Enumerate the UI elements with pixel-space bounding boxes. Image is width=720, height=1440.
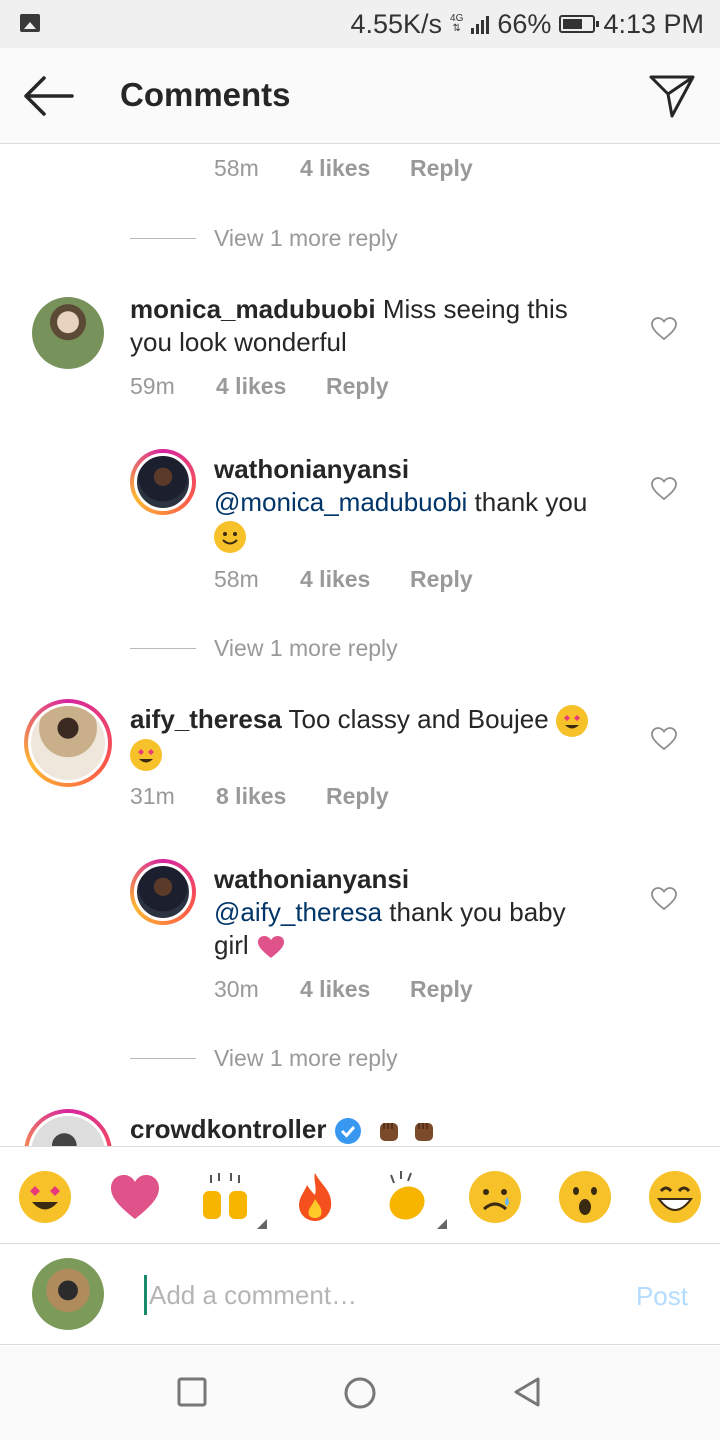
comment-meta: 31m 8 likes Reply (130, 783, 389, 810)
direct-send-icon[interactable] (648, 72, 696, 120)
reply-button[interactable]: Reply (410, 155, 473, 182)
heart-eyes-emoji-button[interactable] (17, 1169, 73, 1225)
reply-body: wathonianyansi @aify_theresa thank you b… (214, 863, 624, 962)
comment-compose-bar: Post (0, 1245, 720, 1345)
comment-body: monica_madubuobi Miss seeing this you lo… (130, 293, 610, 359)
view-more-label: View 1 more reply (214, 225, 398, 251)
avatar[interactable] (130, 859, 196, 925)
comment-likes[interactable]: 4 likes (300, 976, 410, 1003)
system-nav-bar (0, 1346, 720, 1440)
post-button[interactable]: Post (636, 1281, 688, 1312)
heart-eyes-icon (130, 739, 162, 772)
comment-text: Miss seeing this (382, 294, 568, 324)
red-heart-emoji-button[interactable] (107, 1169, 163, 1225)
page-title: Comments (120, 76, 291, 113)
comment-likes[interactable]: 8 likes (216, 783, 326, 810)
skin-tone-indicator (257, 1219, 267, 1229)
signal-icon (471, 14, 490, 34)
comment-likes[interactable]: 4 likes (300, 155, 410, 182)
mention-link[interactable]: @monica_madubuobi (214, 487, 467, 517)
battery-percent: 66% (497, 8, 552, 39)
comments-header: Comments (0, 48, 720, 144)
avatar[interactable] (32, 297, 104, 369)
comment-text: Too classy and Boujee (281, 704, 556, 734)
like-heart-icon[interactable] (651, 887, 677, 911)
divider-line (130, 238, 196, 239)
comment-text: thank you baby (382, 897, 566, 927)
comment-text-line2: you look wonderful (130, 327, 347, 357)
back-nav-icon[interactable] (512, 1376, 544, 1408)
avatar[interactable] (24, 1109, 112, 1146)
clapping-hands-emoji-button[interactable] (377, 1169, 447, 1229)
comment-time: 59m (130, 373, 175, 399)
raised-fist-icon (415, 1123, 434, 1142)
view-more-replies[interactable]: View 1 more reply (130, 1045, 398, 1072)
comment-username[interactable]: wathonianyansi (214, 454, 409, 484)
comment-text: thank you (467, 487, 588, 517)
comment-text-line2: girl (214, 930, 256, 960)
network-speed: 4.55K/s (350, 8, 443, 39)
view-more-label: View 1 more reply (214, 635, 398, 661)
comment-username[interactable]: aify_theresa (130, 704, 282, 734)
view-more-label: View 1 more reply (214, 1045, 398, 1071)
my-avatar (32, 1258, 104, 1330)
reply-button[interactable]: Reply (326, 373, 389, 400)
network-type-icon: 4G ⇅ (450, 13, 464, 34)
skin-tone-indicator (437, 1219, 447, 1229)
recent-apps-icon[interactable] (176, 1376, 208, 1408)
grinning-face-emoji-button[interactable] (647, 1169, 703, 1225)
view-more-replies[interactable]: View 1 more reply (130, 635, 398, 662)
comment-username[interactable]: wathonianyansi (214, 864, 409, 894)
emoji-quick-bar (0, 1146, 720, 1244)
surprised-face-emoji-button[interactable] (557, 1169, 613, 1225)
avatar[interactable] (24, 699, 112, 787)
divider-line (130, 648, 196, 649)
comment-meta: 58m 4 likes Reply (214, 155, 473, 182)
comment-meta: 58m 4 likes Reply (214, 566, 473, 593)
divider-line (130, 1058, 196, 1059)
reply-button[interactable]: Reply (326, 783, 389, 810)
comment-time: 30m (214, 976, 259, 1002)
battery-icon (559, 15, 600, 33)
view-more-replies[interactable]: View 1 more reply (130, 225, 398, 252)
gallery-notification-icon (20, 14, 40, 32)
reply-button[interactable]: Reply (410, 566, 473, 593)
comment-username[interactable]: monica_madubuobi (130, 294, 376, 324)
pink-heart-icon (257, 936, 284, 959)
comment-username[interactable]: crowdkontroller (130, 1114, 326, 1144)
comment-body: crowdkontroller (130, 1113, 620, 1146)
comment-likes[interactable]: 4 likes (300, 566, 410, 593)
comment-likes[interactable]: 4 likes (216, 373, 326, 400)
home-icon[interactable] (343, 1376, 377, 1410)
raising-hands-emoji-button[interactable] (197, 1169, 267, 1229)
comment-time: 31m (130, 783, 175, 809)
comment-body: aify_theresa Too classy and Boujee (130, 703, 620, 772)
back-arrow-icon[interactable] (22, 74, 74, 118)
like-heart-icon[interactable] (651, 317, 677, 341)
reply-body: wathonianyansi @monica_madubuobi thank y… (214, 453, 624, 554)
like-heart-icon[interactable] (651, 727, 677, 751)
comment-meta: 59m 4 likes Reply (130, 373, 389, 400)
comment-meta: 30m 4 likes Reply (214, 976, 473, 1003)
avatar[interactable] (130, 449, 196, 515)
like-heart-icon[interactable] (651, 477, 677, 501)
comment-input[interactable] (144, 1275, 604, 1315)
clock: 4:13 PM (603, 8, 704, 39)
mention-link[interactable]: @aify_theresa (214, 897, 382, 927)
status-bar: 4.55K/s 4G ⇅ 66% 4:13 PM (0, 0, 720, 48)
reply-button[interactable]: Reply (410, 976, 473, 1003)
comment-list[interactable]: 58m 4 likes Reply View 1 more reply moni… (0, 145, 720, 1146)
sad-face-emoji-button[interactable] (467, 1169, 523, 1225)
raised-fist-icon (379, 1123, 398, 1142)
comment-time: 58m (214, 566, 259, 592)
comment-time: 58m (214, 155, 259, 181)
fire-emoji-button[interactable] (287, 1169, 343, 1225)
verified-badge-icon (334, 1118, 361, 1145)
heart-eyes-icon (555, 705, 588, 738)
smiling-face-icon (214, 521, 246, 554)
